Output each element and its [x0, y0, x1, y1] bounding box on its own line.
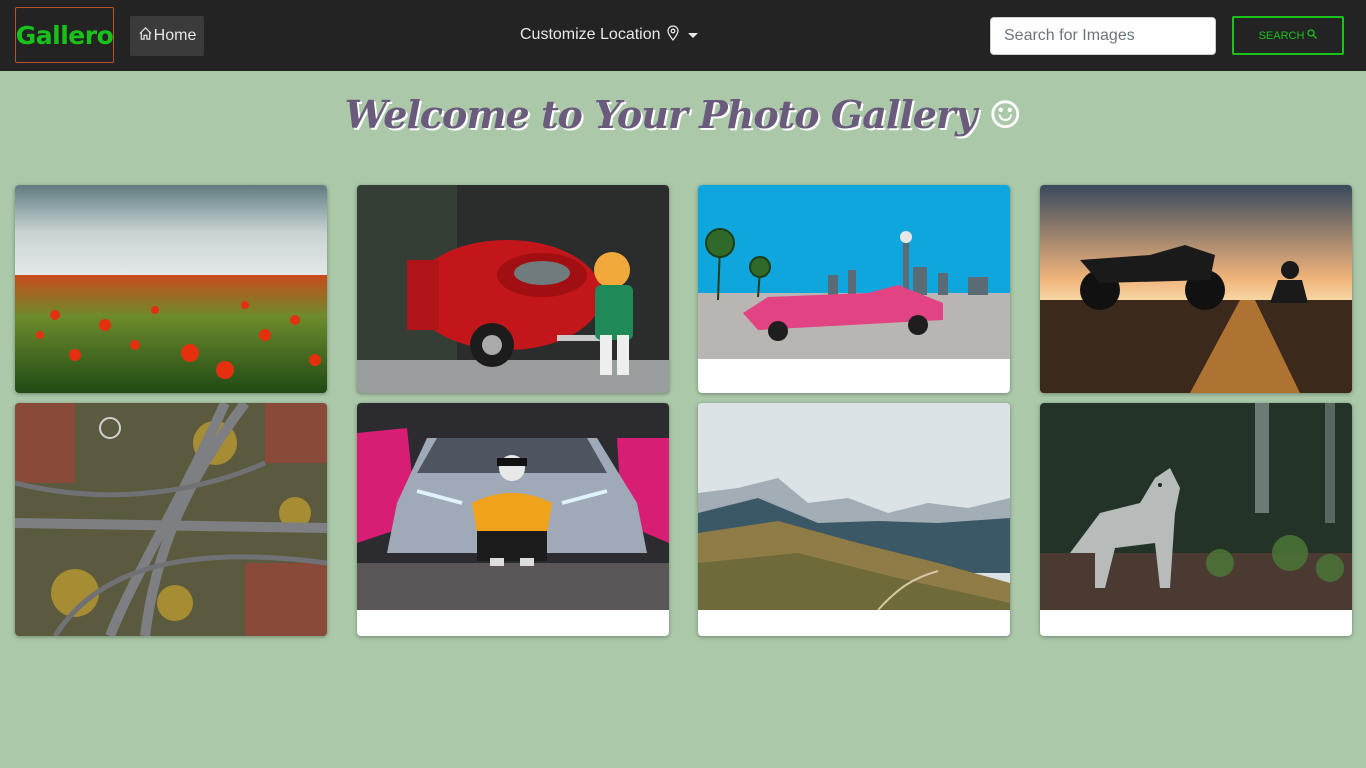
pink-cadillac-image[interactable]	[698, 185, 1010, 359]
search-button[interactable]: SEARCH	[1232, 16, 1344, 55]
gallery-card[interactable]	[698, 403, 1010, 636]
location-label: Customize Location	[520, 26, 661, 43]
red-beetle-toy-image[interactable]	[357, 185, 669, 393]
gallery-card[interactable]	[15, 403, 327, 636]
gallery-card[interactable]	[698, 185, 1010, 393]
home-label: Home	[153, 27, 197, 44]
navbar: Gallero Home Customize Location SEARCH	[0, 0, 1366, 71]
search-icon	[1307, 29, 1318, 42]
gallery-card[interactable]	[357, 185, 669, 393]
home-icon	[138, 26, 153, 46]
motorcycle-sunset-image[interactable]	[1040, 185, 1352, 393]
home-button[interactable]: Home	[130, 16, 204, 56]
poppy-field-image[interactable]	[15, 185, 327, 393]
chevron-down-icon	[687, 32, 698, 38]
mountains-image[interactable]	[698, 403, 1010, 610]
smiley-icon: ☺	[988, 93, 1022, 137]
customize-location-dropdown[interactable]: Customize Location	[520, 24, 698, 46]
brand-logo[interactable]: Gallero	[15, 7, 114, 63]
wolf-image[interactable]	[1040, 403, 1352, 610]
highway-aerial-image[interactable]	[15, 403, 327, 636]
gallery-card[interactable]	[1040, 403, 1352, 636]
search-button-label: SEARCH	[1258, 29, 1305, 42]
page-title-text: Welcome to Your Photo Gallery	[344, 92, 977, 137]
page-title: Welcome to Your Photo Gallery ☺	[0, 92, 1366, 137]
gallery-card[interactable]	[15, 185, 327, 393]
gallery-card[interactable]	[357, 403, 669, 636]
gallery-card[interactable]	[1040, 185, 1352, 393]
map-pin-icon	[666, 24, 680, 46]
sports-car-person-image[interactable]	[357, 403, 669, 610]
search-input[interactable]	[990, 17, 1216, 55]
